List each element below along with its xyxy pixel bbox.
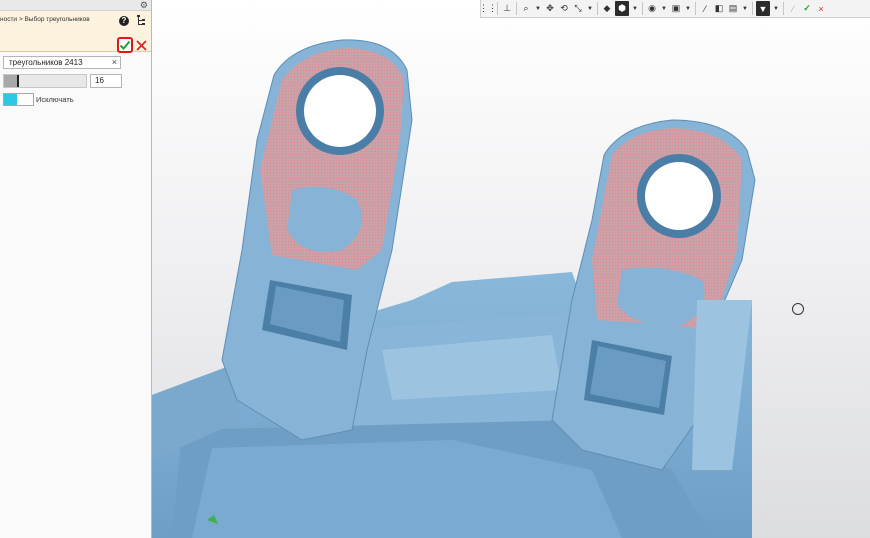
- cancel-button[interactable]: [136, 40, 147, 51]
- exclude-label: Исключать: [36, 95, 74, 104]
- toggle-on-indicator: [4, 94, 17, 105]
- cursor-ring: [792, 303, 804, 315]
- slider-fill: [4, 75, 17, 87]
- scan-model[interactable]: [152, 0, 870, 538]
- threshold-value-input[interactable]: 16: [90, 74, 122, 88]
- rotate-icon[interactable]: ⟲: [558, 1, 570, 16]
- tree-icon[interactable]: [137, 15, 145, 27]
- checkmark-icon: [119, 40, 131, 50]
- ok-button[interactable]: [117, 37, 133, 53]
- chevron-down-icon[interactable]: ▼: [534, 1, 542, 16]
- help-icon[interactable]: ?: [119, 16, 129, 26]
- sections-icon[interactable]: ⁄: [699, 1, 711, 16]
- pick-icon[interactable]: ⁄: [787, 1, 799, 16]
- command-header: ности > Выбор треугольников ?: [0, 11, 151, 53]
- grid-icon[interactable]: ⋮⋮: [479, 1, 497, 16]
- pan-icon[interactable]: ✥: [544, 1, 556, 16]
- toolbar-separator: [516, 2, 517, 15]
- toolbar-separator: [497, 2, 498, 15]
- toolbar-separator: [783, 2, 784, 15]
- ok-icon[interactable]: ✓: [801, 1, 813, 16]
- color-icon[interactable]: ◧: [713, 1, 725, 16]
- 3d-viewport[interactable]: ⋮⋮ ⊥ ⌕ ▼ ✥ ⟲ ⤡ ▼ ◆ ⬢ ▼ ◉ ▼ ▣ ▼ ⁄ ◧ ▤ ▼ ▼…: [152, 0, 870, 538]
- exclude-toggle[interactable]: [3, 93, 34, 106]
- chevron-down-icon[interactable]: ▼: [631, 1, 639, 16]
- view-toolbar: ⋮⋮ ⊥ ⌕ ▼ ✥ ⟲ ⤡ ▼ ◆ ⬢ ▼ ◉ ▼ ▣ ▼ ⁄ ◧ ▤ ▼ ▼…: [479, 0, 870, 18]
- chevron-down-icon[interactable]: ▼: [660, 1, 668, 16]
- slider-thumb[interactable]: [17, 75, 19, 87]
- gear-icon[interactable]: ⚙: [140, 0, 148, 10]
- toolbar-separator: [695, 2, 696, 15]
- selection-field[interactable]: треугольников 2413 ×: [3, 56, 121, 69]
- visibility-icon[interactable]: ◉: [646, 1, 658, 16]
- chevron-down-icon[interactable]: ▼: [741, 1, 749, 16]
- shape-icon[interactable]: ◆: [601, 1, 613, 16]
- display-icon[interactable]: ▤: [727, 1, 739, 16]
- toolbar-separator: [642, 2, 643, 15]
- axes-icon[interactable]: ⊥: [501, 1, 513, 16]
- breadcrumb: ности > Выбор треугольников: [0, 16, 90, 23]
- toolbar-separator: [597, 2, 598, 15]
- chevron-down-icon[interactable]: ▼: [772, 1, 780, 16]
- align-icon[interactable]: ⤡: [572, 1, 584, 16]
- view-icon[interactable]: ▣: [670, 1, 682, 16]
- properties-panel: ⚙ ности > Выбор треугольников ? треуголь…: [0, 0, 152, 538]
- chevron-down-icon[interactable]: ▼: [684, 1, 692, 16]
- filter-icon[interactable]: ▼: [756, 1, 770, 16]
- panel-titlebar: ⚙: [0, 0, 151, 11]
- chevron-down-icon[interactable]: ▼: [586, 1, 594, 16]
- zoom-icon[interactable]: ⌕: [520, 1, 532, 16]
- threshold-slider[interactable]: [3, 74, 87, 88]
- selection-value: треугольников 2413: [9, 58, 83, 67]
- clear-icon[interactable]: ×: [112, 57, 117, 68]
- solid-icon[interactable]: ⬢: [615, 1, 629, 16]
- toolbar-separator: [752, 2, 753, 15]
- close-icon[interactable]: ×: [815, 1, 827, 16]
